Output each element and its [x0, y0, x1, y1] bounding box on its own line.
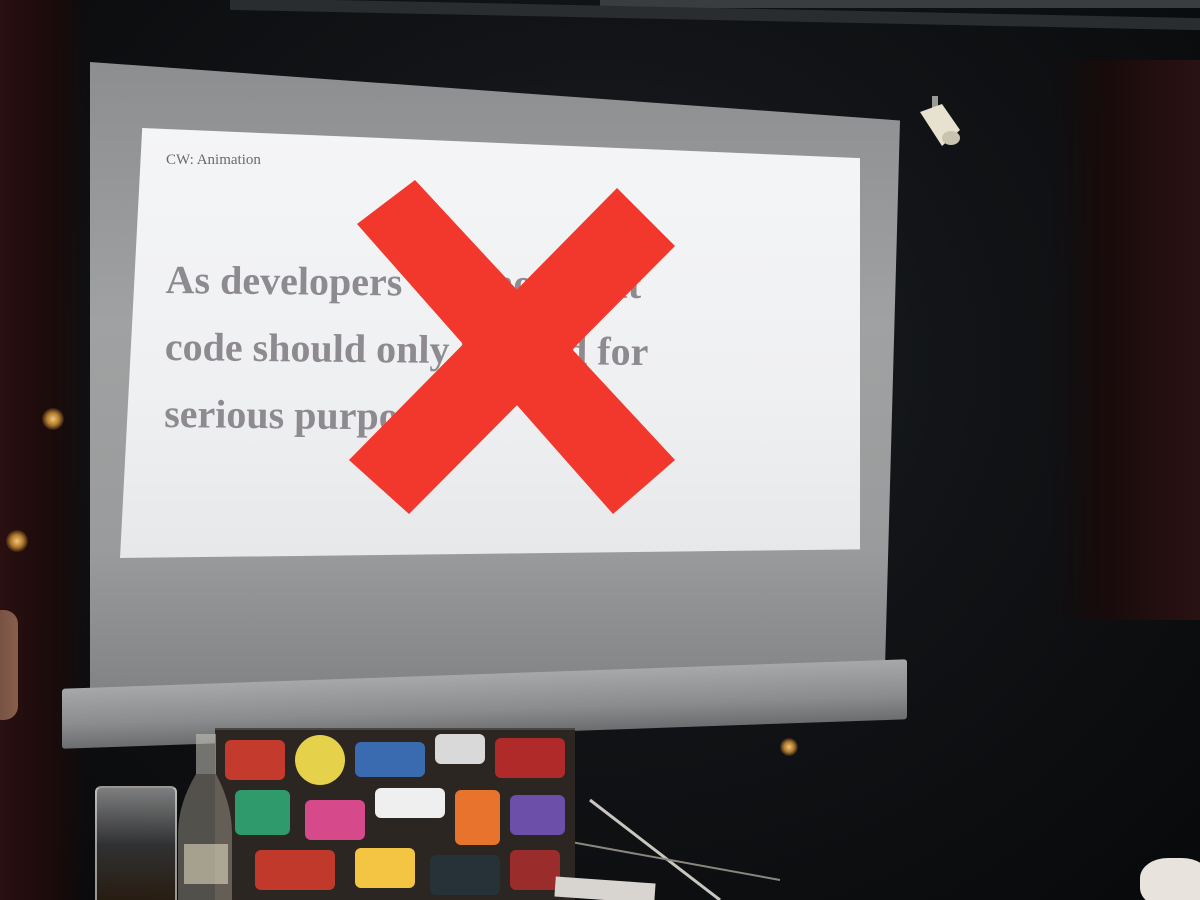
red-cross-icon	[349, 180, 675, 514]
wall-lamp	[780, 738, 798, 756]
stage-spotlight-icon	[920, 96, 960, 146]
white-cup	[1140, 858, 1200, 900]
photo-scene: CW: Animation As developers we know that…	[0, 0, 1200, 900]
glass-bottle	[178, 734, 232, 900]
left-curtain	[0, 0, 90, 900]
sticker-laptop	[215, 728, 575, 900]
content-warning-label: CW: Animation	[166, 152, 261, 168]
right-curtain	[1050, 60, 1200, 620]
audience-member-edge	[0, 610, 18, 720]
wall-lamp	[42, 408, 64, 430]
beer-glass	[95, 786, 177, 900]
wall-lamp	[6, 530, 28, 552]
